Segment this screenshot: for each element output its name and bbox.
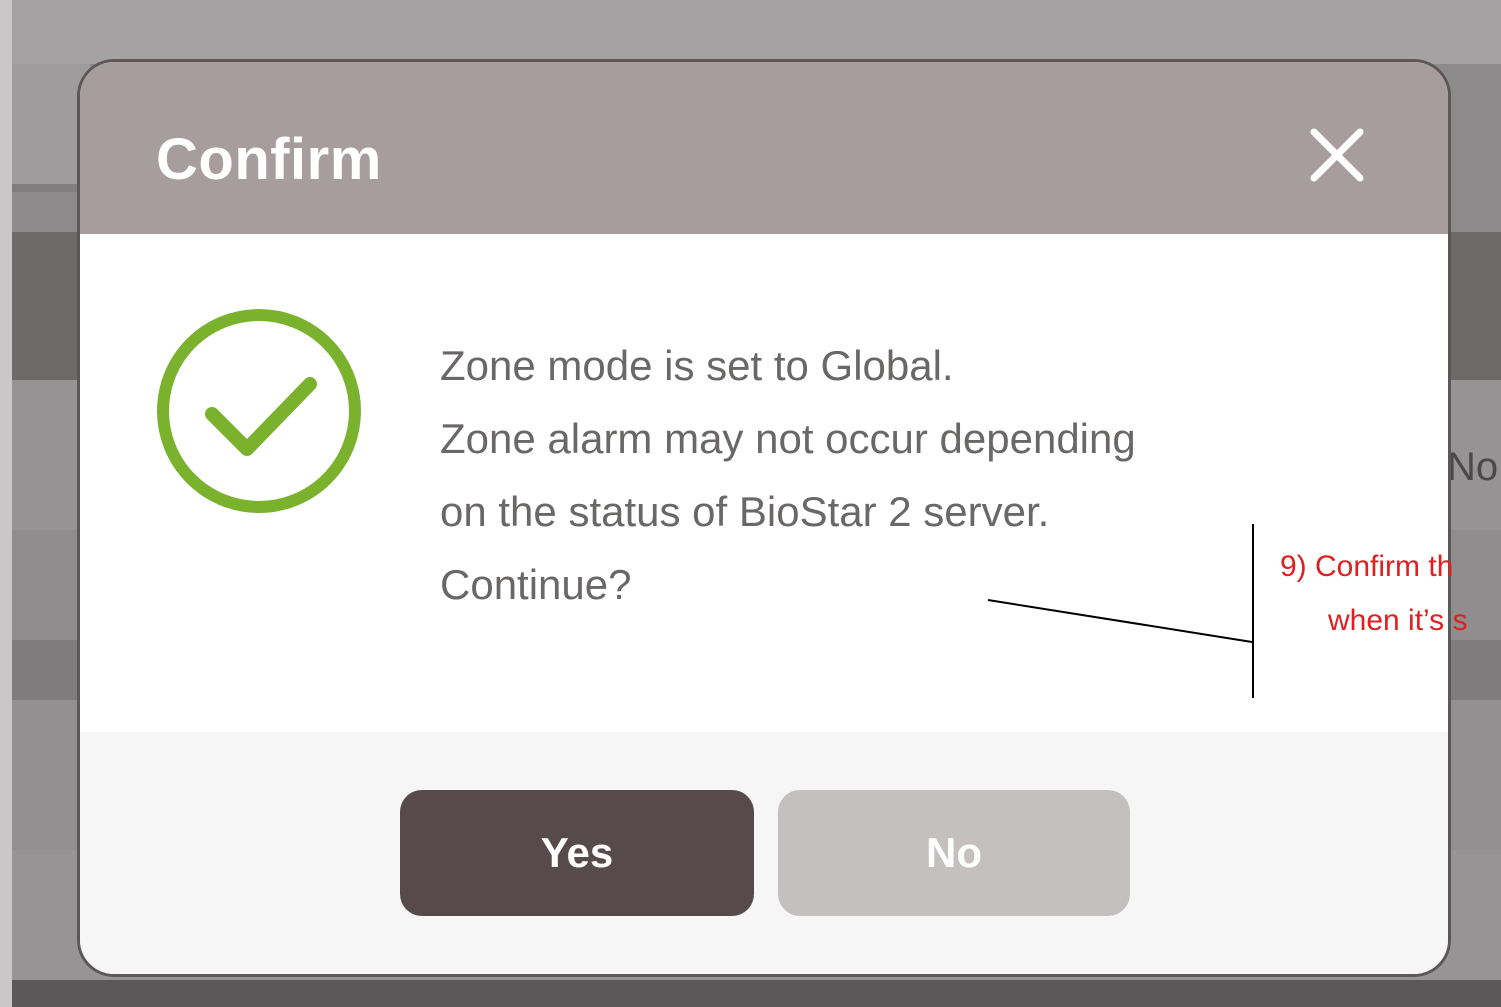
background-edge bbox=[0, 0, 12, 1007]
yes-button[interactable]: Yes bbox=[400, 790, 754, 916]
message-line: Continue? bbox=[440, 561, 632, 608]
message-line: Zone mode is set to Global. bbox=[440, 342, 954, 389]
annotation-line: when it’s s bbox=[1328, 604, 1468, 637]
message-line: on the status of BioStar 2 server. bbox=[440, 488, 1050, 535]
background-footer bbox=[0, 980, 1501, 1007]
dialog-title: Confirm bbox=[156, 127, 382, 192]
annotation-bracket bbox=[1252, 524, 1254, 698]
background-partial-label: No bbox=[1447, 445, 1499, 489]
background-divider bbox=[0, 184, 90, 192]
check-circle-icon bbox=[157, 309, 361, 513]
confirm-dialog: Confirm Zone mode is set to Global. Zone… bbox=[80, 62, 1448, 974]
close-button[interactable] bbox=[1302, 120, 1372, 190]
no-button[interactable]: No bbox=[778, 790, 1130, 916]
dialog-message: Zone mode is set to Global. Zone alarm m… bbox=[440, 329, 1340, 621]
annotation-text: 9) Confirm th when it’s s bbox=[1280, 540, 1468, 648]
dialog-body: Zone mode is set to Global. Zone alarm m… bbox=[80, 234, 1448, 732]
annotation-line: 9) Confirm th bbox=[1280, 550, 1454, 583]
background-header bbox=[0, 0, 1501, 64]
dialog-header: Confirm bbox=[80, 62, 1448, 234]
background-panel bbox=[0, 64, 90, 184]
dialog-footer: Yes No bbox=[80, 732, 1448, 974]
message-line: Zone alarm may not occur depending bbox=[440, 415, 1136, 462]
close-icon bbox=[1310, 128, 1364, 182]
